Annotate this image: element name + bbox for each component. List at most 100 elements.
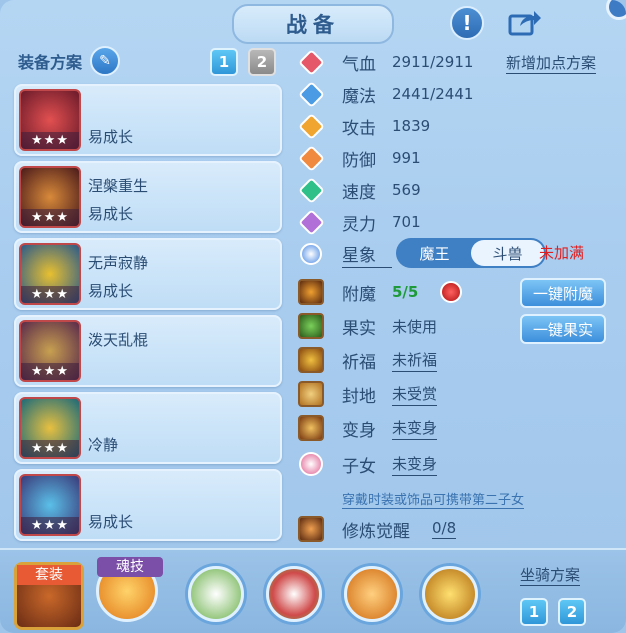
stat-value: 1839 [392,117,431,135]
soul-skill-label: 魂技 [97,557,163,577]
stat-value: 991 [392,149,421,167]
zinv-label: 子女 [342,456,376,477]
second-child-hint[interactable]: 穿戴时装或饰品可携带第二子女 [342,489,525,509]
stat-value: 2441/2441 [392,85,474,103]
star-sign-icon [298,241,324,267]
qifu-value[interactable]: 未祈福 [392,349,438,372]
mount-page-2-button[interactable]: 2 [558,598,586,626]
set-label: 套装 [17,565,81,585]
stat-label: 速度 [342,182,376,203]
add-point-plan-link[interactable]: 新增加点方案 [506,52,597,74]
mount-page-1-button[interactable]: 1 [520,598,548,626]
stat-value: 701 [392,213,421,231]
stat-value: 2911/2911 [392,53,474,71]
bianshen-label: 变身 [342,420,376,441]
blessing-icon [298,347,324,373]
stat-row-defense: 防御 991 [297,144,421,172]
equipment-desc: 易成长 [88,128,134,146]
plan-page-1-button[interactable]: 1 [210,48,238,76]
star-rating: ★★★ [21,440,79,457]
stat-label: 魔法 [342,86,376,107]
xiulian-label: 修炼觉醒 [342,521,410,542]
blade-skill-icon[interactable] [266,566,322,622]
equipment-slot-5[interactable]: ★★★ 冷静 [14,392,282,464]
stat-row-spirit: 灵力 701 [297,208,421,236]
sword-icon [297,112,325,140]
weapon-icon: ★★★ [19,89,81,151]
heart-icon [297,48,325,76]
stat-label: 气血 [342,54,376,75]
star-rating: ★★★ [21,209,79,226]
equipment-plan-header: 装备方案 ✎ [18,46,121,76]
equipment-desc: 易成长 [88,282,134,300]
speed-icon [297,176,325,204]
equipment-plan-title: 装备方案 [18,53,83,72]
boots-icon: ★★★ [19,474,81,536]
one-click-fruit-button[interactable]: 一键果实 [520,314,606,344]
spirit-icon [297,208,325,236]
necklace-icon: ★★★ [19,243,81,305]
star-rating: ★★★ [21,517,79,534]
mount-plan-title[interactable]: 坐骑方案 [520,564,581,586]
beast-skill-icon[interactable] [422,566,478,622]
star-rating: ★★★ [21,286,79,303]
row-qifu: 祈福 未祈福 [298,346,438,374]
xingxiang-label[interactable]: 星象 [342,241,392,268]
enchant-icon [298,279,324,305]
fan-skill-icon[interactable] [188,566,244,622]
row-xiulian: 修炼觉醒 0/8 [298,515,457,543]
panel-title: 战备 [232,4,394,44]
xingxiang-toggle[interactable]: 魔王 斗兽 [396,238,546,268]
row-guoshi: 果实 未使用 [298,312,437,340]
star-rating: ★★★ [21,363,79,380]
stat-row-attack: 攻击 1839 [297,112,431,140]
set-button[interactable]: 套装 [14,562,84,630]
mana-icon [297,80,325,108]
armor-icon: ★★★ [19,320,81,382]
toggle-option-doushou[interactable]: 斗兽 [471,240,544,266]
row-fengdi: 封地 未受赏 [298,380,438,408]
soul-skill-button[interactable]: 魂技 [96,557,163,622]
equipment-slot-2[interactable]: ★★★ 涅槃重生 易成长 [14,161,282,233]
fengdi-value[interactable]: 未受赏 [392,383,438,406]
fief-icon [298,381,324,407]
clock-icon[interactable] [440,281,463,303]
exclamation-icon[interactable]: ! [450,6,484,40]
bianshen-value[interactable]: 未变身 [392,417,438,440]
equipment-desc: 易成长 [88,513,134,531]
equipment-name: 泼天乱棍 [88,331,149,349]
equipment-desc: 冷静 [88,436,119,454]
xiulian-value[interactable]: 0/8 [432,519,457,539]
equipment-slot-3[interactable]: ★★★ 无声寂静 易成长 [14,238,282,310]
share-icon[interactable] [508,8,542,36]
plan-page-2-button[interactable]: 2 [248,48,276,76]
equipment-slot-6[interactable]: ★★★ 易成长 [14,469,282,541]
qifu-label: 祈福 [342,352,376,373]
equipment-slot-4[interactable]: ★★★ 泼天乱棍 [14,315,282,387]
lion-skill-icon[interactable] [344,566,400,622]
toggle-option-mowang[interactable]: 魔王 [398,240,471,266]
equipment-name: 无声寂静 [88,254,149,272]
stat-label: 灵力 [342,214,376,235]
equipment-name: 涅槃重生 [88,177,149,195]
child-icon [298,451,324,477]
row-zinv: 子女 未变身 [298,450,438,478]
helmet-icon: ★★★ [19,166,81,228]
close-corner[interactable] [606,0,626,20]
fumo-value: 5/5 [392,283,419,301]
edit-pen-icon[interactable]: ✎ [90,46,121,76]
guoshi-value: 未使用 [392,317,438,336]
row-fumo: 附魔 5/5 [298,278,463,306]
transform-icon [298,415,324,441]
zinv-value[interactable]: 未变身 [392,453,438,476]
fengdi-label: 封地 [342,386,376,407]
belt-icon: ★★★ [19,397,81,459]
stat-row-xingxiang: 星象 [298,240,392,268]
xingxiang-status: 未加满 [539,244,585,262]
equipment-slot-1[interactable]: ★★★ 易成长 [14,84,282,156]
bottom-bar: 套装 魂技 坐骑方案 1 2 [0,548,626,633]
one-click-enchant-button[interactable]: 一键附魔 [520,278,606,308]
shield-icon [297,144,325,172]
stat-row-speed: 速度 569 [297,176,421,204]
stat-row-mp: 魔法 2441/2441 [297,80,474,108]
